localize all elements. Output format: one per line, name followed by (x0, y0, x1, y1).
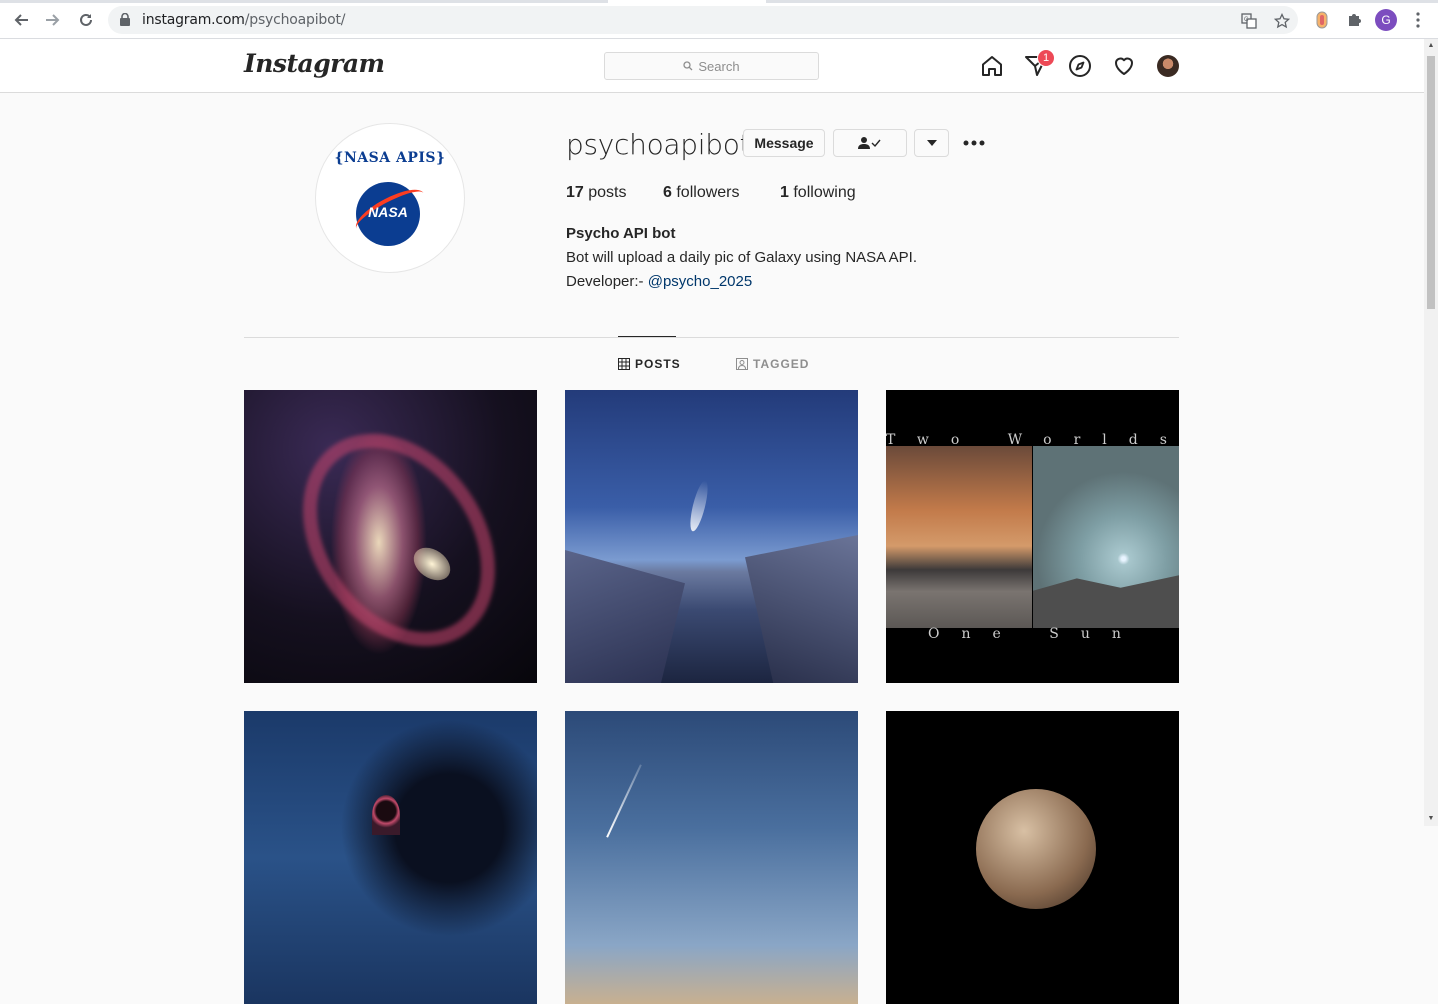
bookmark-star-icon[interactable] (1273, 12, 1291, 30)
canyon-right-cliff (745, 535, 858, 683)
lock-icon (120, 12, 130, 31)
address-bar[interactable]: instagram.com/psychoapibot/ G (108, 6, 1298, 34)
scroll-down-arrow-icon[interactable]: ▼ (1427, 815, 1435, 823)
instagram-header: Instagram Search 1 (0, 39, 1424, 93)
post-thumbnail[interactable]: Two Worlds One Sun (886, 390, 1179, 683)
profile-developer-line: Developer:- @psycho_2025 (566, 273, 752, 290)
posts-count: 17 (566, 184, 584, 201)
url-domain: instagram.com (142, 12, 245, 28)
url-path: /psychoapibot/ (244, 12, 346, 28)
followers-label: followers (676, 184, 740, 201)
active-tab-indicator (608, 0, 766, 3)
comet (686, 479, 712, 533)
translate-icon[interactable]: G (1240, 12, 1258, 30)
followers-count: 6 (663, 184, 672, 201)
active-tab-indicator (618, 336, 676, 337)
activity-heart-icon[interactable] (1111, 53, 1137, 79)
suggestions-dropdown-button[interactable] (914, 129, 949, 157)
tab-posts-label: POSTS (635, 357, 681, 371)
posts-count-stat: 17 posts (566, 184, 627, 202)
post-thumbnail[interactable] (565, 390, 858, 683)
forward-icon[interactable] (42, 9, 64, 31)
following-stat[interactable]: 1 following (780, 184, 856, 202)
tab-tagged-label: TAGGED (753, 357, 810, 371)
followers-stat[interactable]: 6 followers (663, 184, 740, 202)
developer-handle-link[interactable]: @psycho_2025 (648, 273, 752, 290)
profile-picture-caption: {NASA APIS} (334, 150, 446, 166)
browser-toolbar: instagram.com/psychoapibot/ G G (0, 0, 1438, 39)
canyon-left-cliff (565, 550, 685, 683)
post-overlay-title-bottom: One Sun (928, 626, 1143, 642)
grid-icon (618, 358, 630, 370)
post-thumbnail[interactable] (244, 390, 537, 683)
tab-strip (0, 0, 1438, 3)
post-thumbnail[interactable] (886, 711, 1179, 1004)
caret-down-icon (926, 140, 937, 146)
profile-bio: Bot will upload a daily pic of Galaxy us… (566, 249, 918, 266)
instagram-logo[interactable]: Instagram (244, 49, 385, 78)
galaxy-arm (263, 397, 535, 683)
explore-compass-icon[interactable] (1067, 53, 1093, 79)
notification-badge: 1 (1037, 49, 1055, 67)
reload-icon[interactable] (75, 9, 97, 31)
tab-tagged[interactable]: TAGGED (736, 357, 809, 371)
browser-profile-avatar[interactable]: G (1375, 9, 1397, 31)
rocket-trail (606, 764, 642, 838)
scrollbar-thumb[interactable] (1427, 56, 1435, 309)
extension-icon[interactable] (1312, 10, 1332, 30)
following-button[interactable] (833, 129, 907, 157)
mars-sunset-panel (1033, 446, 1179, 628)
scroll-up-arrow-icon[interactable]: ▲ (1427, 42, 1435, 50)
user-avatar[interactable] (1157, 55, 1179, 77)
search-icon (683, 61, 693, 71)
tagged-person-icon (736, 358, 748, 370)
post-thumbnail[interactable] (244, 711, 537, 1004)
page-scrollbar[interactable]: ▲ ▼ (1424, 39, 1438, 826)
developer-prefix: Developer:- (566, 273, 644, 290)
more-options-icon[interactable] (961, 132, 987, 154)
search-input[interactable]: Search (604, 52, 819, 80)
posts-label: posts (588, 184, 627, 201)
url-text: instagram.com/psychoapibot/ (142, 12, 345, 28)
post-thumbnail[interactable] (565, 711, 858, 1004)
nasa-meatball-logo: NASA (350, 181, 430, 246)
planet (976, 789, 1096, 909)
following-count: 1 (780, 184, 789, 201)
person-check-icon (858, 137, 881, 149)
following-label: following (793, 184, 856, 201)
nasa-logo-text: NASA (368, 204, 408, 220)
earth-sunset-panel (886, 446, 1032, 628)
browser-menu-icon[interactable] (1408, 10, 1428, 30)
nebula-trunk (372, 795, 400, 835)
mars-ground (1033, 575, 1179, 628)
post-overlay-title-top: Two Worlds (886, 432, 1179, 448)
tab-posts[interactable]: POSTS (618, 357, 681, 371)
profile-picture[interactable]: {NASA APIS} NASA (315, 123, 465, 273)
profile-username: psychoapibot (566, 128, 751, 161)
profile-full-name: Psycho API bot (566, 225, 676, 242)
tabs-divider (244, 337, 1179, 338)
message-button[interactable]: Message (743, 129, 825, 157)
back-icon[interactable] (10, 9, 32, 31)
home-icon[interactable] (979, 53, 1005, 79)
search-placeholder: Search (698, 58, 740, 74)
svg-text:G: G (1244, 17, 1249, 23)
extensions-puzzle-icon[interactable] (1344, 10, 1364, 30)
